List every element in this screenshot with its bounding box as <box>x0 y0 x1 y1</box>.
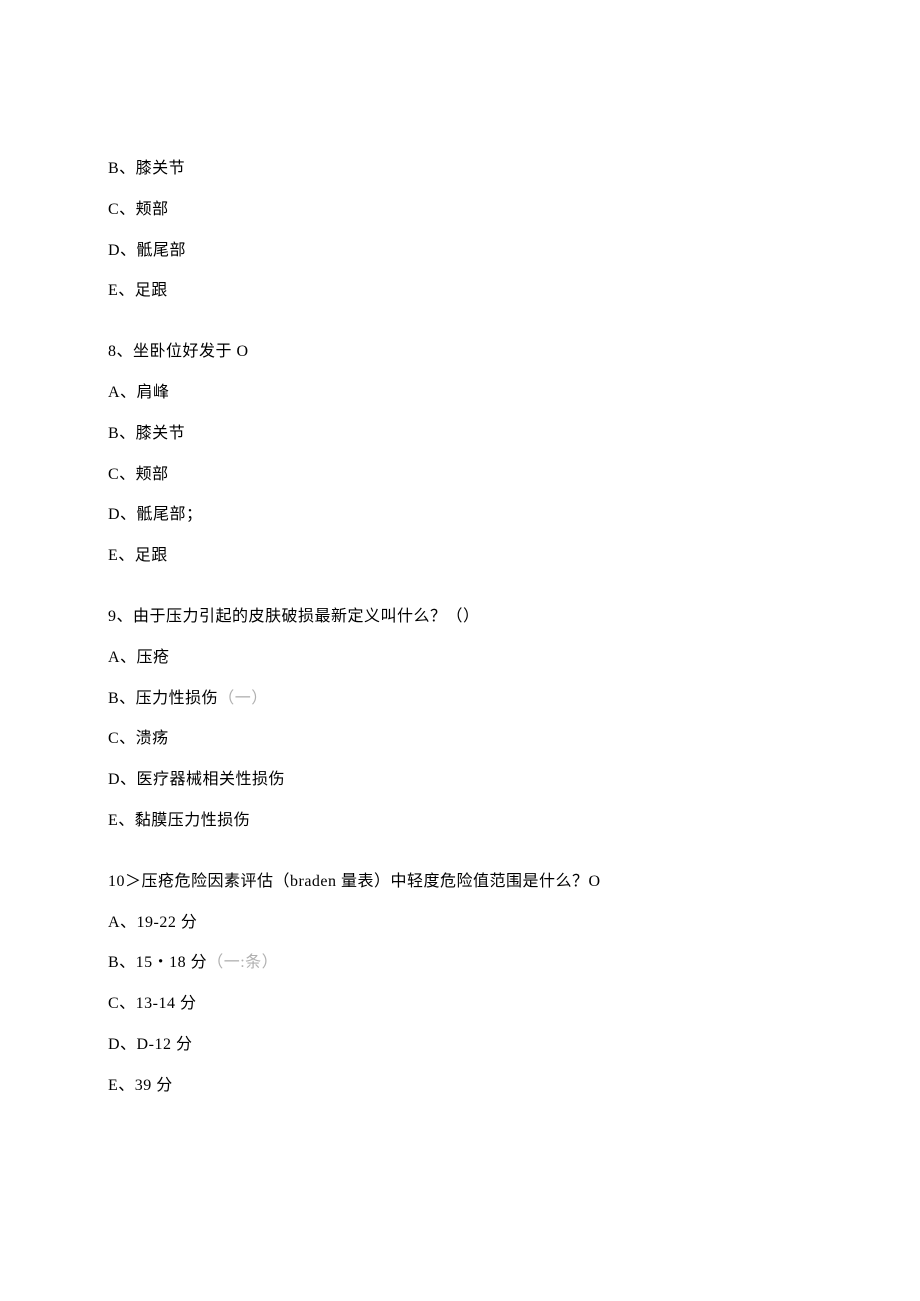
q10-option-b-mark: （一:条） <box>207 954 278 971</box>
q10-option-b-text: B、15・18 分 <box>108 954 207 971</box>
q9-stem: 9、由于压力引起的皮肤破损最新定义叫什么？（） <box>108 607 808 628</box>
document-body: B、膝关节 C、颊部 D、骶尾部 E、足跟 8、坐卧位好发于 O A、肩峰 B、… <box>108 159 808 1117</box>
q10-option-b: B、15・18 分（一:条） <box>108 953 808 974</box>
q8-stem: 8、坐卧位好发于 O <box>108 342 808 363</box>
q10-stem: 10＞压疮危险因素评估（braden 量表）中轻度危险值范围是什么？O <box>108 872 808 893</box>
q8-option-b: B、膝关节 <box>108 424 808 445</box>
q8-option-e: E、足跟 <box>108 546 808 567</box>
q8-option-d: D、骶尾部； <box>108 505 808 526</box>
q10-option-a: A、19-22 分 <box>108 913 808 934</box>
q9-option-b-text: B、压力性损伤 <box>108 690 218 707</box>
q7-option-d: D、骶尾部 <box>108 241 808 262</box>
q9-option-b: B、压力性损伤（一） <box>108 689 808 710</box>
q7-option-c: C、颊部 <box>108 200 808 221</box>
q8-option-c: C、颊部 <box>108 465 808 486</box>
q7-option-b: B、膝关节 <box>108 159 808 180</box>
q9-option-e: E、黏膜压力性损伤 <box>108 811 808 832</box>
q8-option-a: A、肩峰 <box>108 383 808 404</box>
q7-option-e: E、足跟 <box>108 281 808 302</box>
q10-option-c: C、13-14 分 <box>108 994 808 1015</box>
q9-option-a: A、压疮 <box>108 648 808 669</box>
q9-option-c: C、溃疡 <box>108 729 808 750</box>
q10-option-e: E、39 分 <box>108 1076 808 1097</box>
q10-option-d: D、D-12 分 <box>108 1035 808 1056</box>
q9-option-d: D、医疗器械相关性损伤 <box>108 770 808 791</box>
q9-option-b-mark: （一） <box>218 690 268 707</box>
